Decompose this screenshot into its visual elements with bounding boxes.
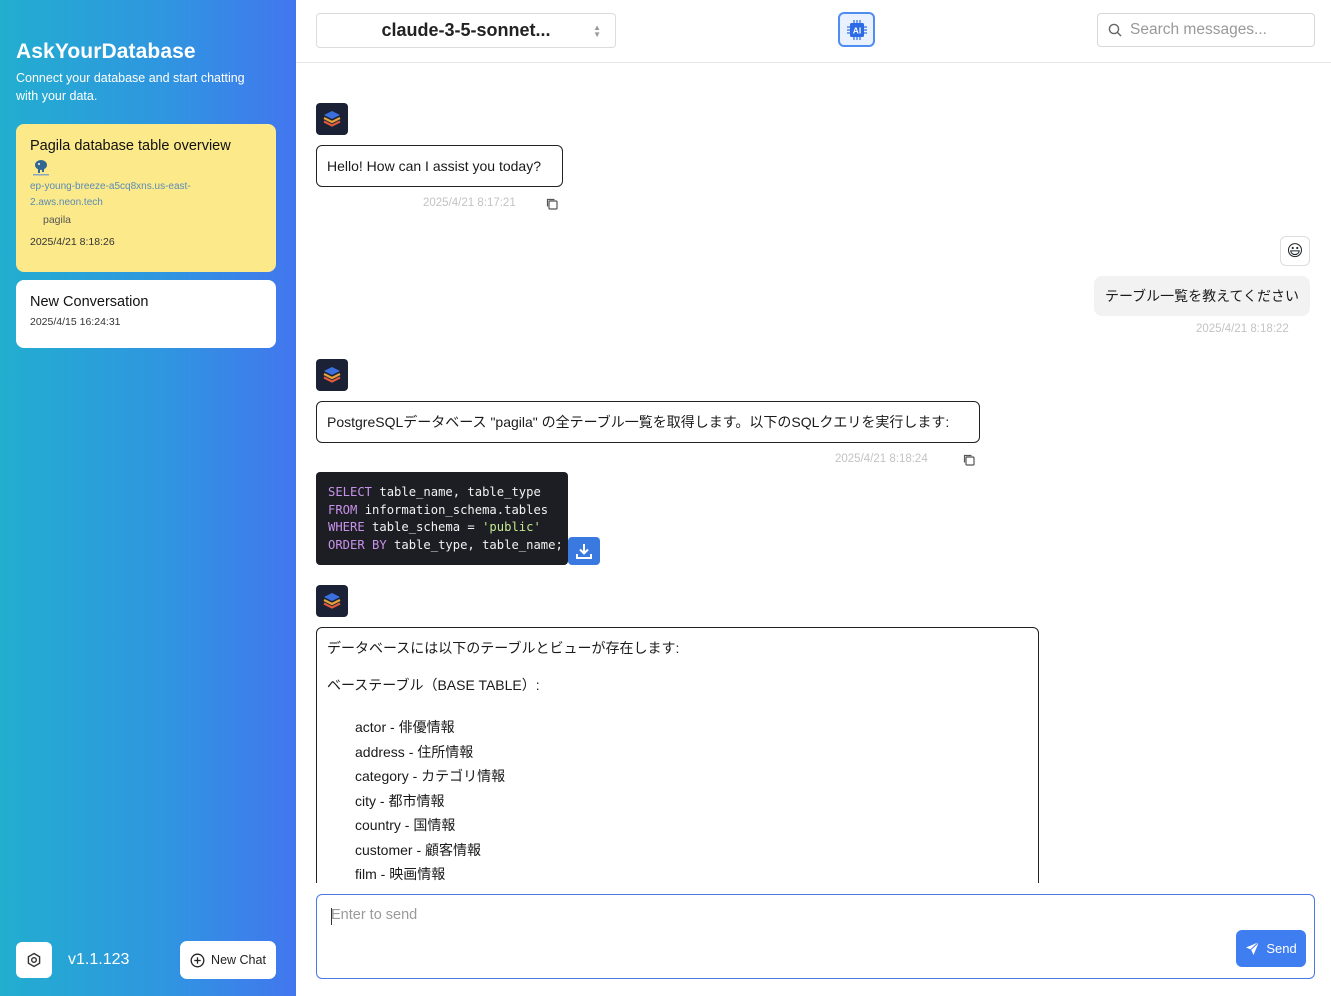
message-time: 2025/4/21 8:18:22	[1196, 323, 1289, 335]
bot-avatar	[316, 585, 348, 617]
postgres-icon	[30, 159, 52, 177]
database-stack-icon	[323, 111, 341, 127]
list-item: city - 都市情報	[355, 792, 445, 809]
app-version: v1.1.123	[68, 951, 130, 968]
conversation-item[interactable]: New Conversation 2025/4/15 16:24:31	[16, 280, 276, 348]
copy-icon[interactable]	[545, 197, 559, 211]
message-section-heading: ベーステーブル（BASE TABLE）:	[327, 677, 540, 693]
bot-avatar	[316, 359, 348, 391]
message-intro: データベースには以下のテーブルとビューが存在します:	[327, 640, 680, 656]
ai-chip-icon: AI	[846, 19, 867, 40]
sql-code-block: SELECT table_name, table_type FROM infor…	[316, 472, 568, 565]
list-item: customer - 顧客情報	[355, 841, 482, 858]
message-time: 2025/4/21 8:18:24	[835, 453, 928, 465]
conversation-item-active[interactable]: Pagila database table overview ep-young-…	[16, 124, 276, 272]
table-list: actor - 俳優情報 address - 住所情報 category - カ…	[327, 715, 1028, 883]
conversation-title: New Conversation	[30, 294, 149, 310]
assistant-message: Hello! How can I assist you today?	[316, 145, 563, 187]
database-stack-icon	[323, 593, 341, 609]
smiley-icon: 😃	[1286, 243, 1304, 260]
list-item: actor - 俳優情報	[355, 719, 455, 735]
send-button[interactable]: Send	[1236, 930, 1306, 967]
database-stack-icon	[323, 367, 341, 383]
conversation-time: 2025/4/21 8:18:26	[30, 236, 115, 248]
settings-button[interactable]	[16, 942, 52, 978]
send-label: Send	[1266, 941, 1297, 956]
search-icon	[1108, 23, 1122, 37]
search-input[interactable]	[1130, 21, 1300, 39]
message-time: 2025/4/21 8:17:21	[423, 197, 516, 209]
message-composer: Send	[316, 894, 1315, 979]
ai-mode-button[interactable]: AI	[838, 12, 875, 47]
list-item: country - 国情報	[355, 817, 456, 833]
message-input[interactable]	[331, 907, 1231, 967]
app-title: AskYourDatabase	[16, 40, 196, 63]
conversation-database: pagila	[43, 214, 72, 226]
message-text: PostgreSQLデータベース "pagila" の全テーブル一覧を取得します…	[327, 414, 950, 430]
user-message: テーブル一覧を教えてください	[1094, 276, 1310, 316]
user-avatar: 😃	[1280, 236, 1310, 266]
settings-icon	[27, 952, 41, 968]
svg-text:AI: AI	[852, 25, 861, 35]
send-icon	[1246, 941, 1260, 955]
assistant-message: データベースには以下のテーブルとビューが存在します: ベーステーブル（BASE …	[316, 627, 1039, 883]
message-text: Hello! How can I assist you today?	[327, 158, 541, 174]
bot-avatar	[316, 103, 348, 135]
list-item: category - カテゴリ情報	[355, 768, 506, 784]
app-subtitle: Connect your database and start chatting…	[16, 71, 245, 103]
conversation-time: 2025/4/15 16:24:31	[30, 316, 121, 328]
brand: AskYourDatabase Connect your database an…	[16, 40, 266, 105]
list-item: film - 映画情報	[355, 866, 446, 882]
sidebar: AskYourDatabase Connect your database an…	[0, 0, 296, 996]
message-text: テーブル一覧を教えてください	[1104, 288, 1300, 304]
chat-area[interactable]: Hello! How can I assist you today? 2025/…	[296, 63, 1331, 883]
conversation-host: ep-young-breeze-a5cq8xns.us-east-2.aws.n…	[30, 181, 191, 208]
download-icon	[576, 544, 592, 559]
model-name: claude-3-5-sonnet...	[381, 20, 551, 40]
new-chat-button[interactable]: New Chat	[180, 941, 276, 979]
new-chat-label: New Chat	[211, 953, 266, 967]
search-field[interactable]	[1097, 13, 1315, 47]
header: claude-3-5-sonnet... ▲ ▼ AI	[296, 0, 1331, 63]
assistant-message: PostgreSQLデータベース "pagila" の全テーブル一覧を取得します…	[316, 401, 980, 443]
list-item: address - 住所情報	[355, 743, 474, 760]
copy-icon[interactable]	[962, 453, 976, 467]
plus-circle-icon	[190, 953, 205, 967]
model-select[interactable]: claude-3-5-sonnet... ▲ ▼	[316, 13, 616, 48]
download-button[interactable]	[568, 537, 600, 565]
conversation-title: Pagila database table overview	[30, 138, 231, 154]
text-caret	[331, 908, 332, 925]
select-caret-icon: ▲ ▼	[593, 23, 601, 39]
